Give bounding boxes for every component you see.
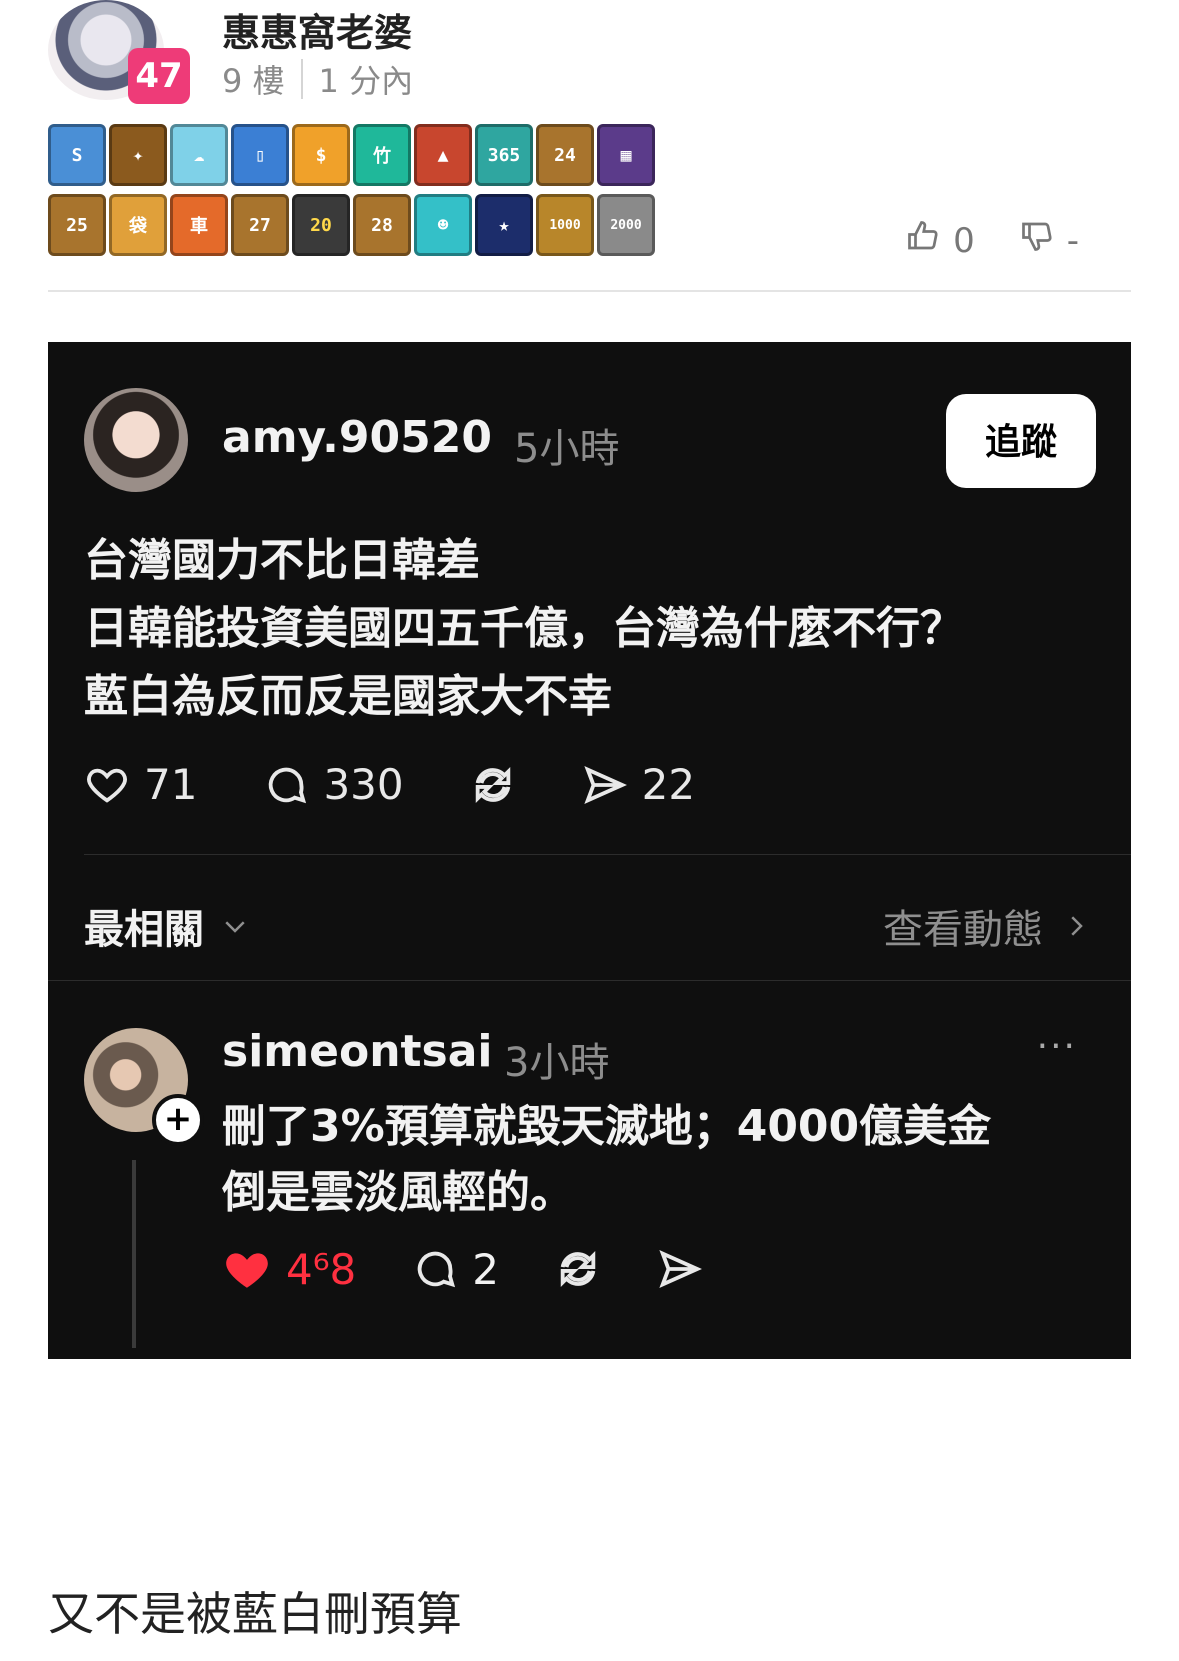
badge[interactable]: ★ (475, 194, 533, 256)
badge[interactable]: ▯ (231, 124, 289, 186)
like-count: 4⁶8 (286, 1244, 357, 1294)
comment-text: 又不是被藍白刪預算 (48, 1587, 462, 1641)
heart-icon (87, 768, 127, 803)
badge[interactable]: 27 (231, 194, 289, 256)
post-actions: 71 330 22 (84, 760, 761, 809)
post-meta: 9 樓 1 分內 (222, 56, 413, 102)
comment-button[interactable]: 330 (263, 760, 404, 809)
badge-row-2: 25 袋 車 27 20 28 ☻ ★ 1000 2000 (48, 194, 655, 256)
like-button[interactable]: 4⁶8 (222, 1244, 356, 1294)
more-icon[interactable]: ··· (1037, 1026, 1077, 1067)
badge[interactable]: ▲ (414, 124, 472, 186)
share-button[interactable]: 22 (582, 760, 695, 809)
badge[interactable]: S (48, 124, 106, 186)
share-count: 22 (641, 760, 696, 809)
follow-button[interactable]: 追蹤 (946, 394, 1096, 488)
post-time: 1 分內 (318, 62, 414, 100)
heart-filled-icon (226, 1253, 268, 1288)
comment-icon (269, 767, 307, 803)
like-count: 0 (953, 220, 975, 261)
post-text-line: 台灣國力不比日韓差 (84, 535, 480, 586)
floor-number: 9 樓 (222, 62, 285, 100)
badge[interactable]: $ (292, 124, 350, 186)
send-icon (659, 1250, 702, 1288)
level-badge: 47 (128, 48, 190, 104)
divider (48, 290, 1131, 292)
vote-bar: 0 - (905, 218, 1079, 263)
sort-label: 最相關 (84, 907, 204, 953)
view-activity-link[interactable]: 查看動態 (883, 897, 1091, 955)
post-time: 5小時 (514, 426, 620, 472)
badge[interactable]: 竹 (353, 124, 411, 186)
badge[interactable]: 2000 (597, 194, 655, 256)
chevron-down-icon (225, 921, 245, 933)
chevron-right-icon (1071, 916, 1083, 936)
repost-icon (475, 766, 510, 803)
post-text-line: 日韓能投資美國四五千億，台灣為什麼不行？ (84, 603, 964, 654)
repost-button[interactable] (555, 1246, 601, 1292)
embedded-screenshot: amy.90520 5小時 追蹤 台灣國力不比日韓差 日韓能投資美國四五千億，台… (48, 342, 1131, 1359)
thumbs-up-icon[interactable] (905, 218, 941, 263)
badge[interactable]: 車 (170, 194, 228, 256)
badge[interactable]: ▦ (597, 124, 655, 186)
post-author-avatar[interactable] (84, 388, 188, 492)
comment-count: 330 (323, 760, 404, 809)
username[interactable]: 惠惠窩老婆 (222, 2, 412, 57)
comment-icon (418, 1251, 456, 1288)
badge-row-1: S ✦ ☁ ▯ $ 竹 ▲ 365 24 ▦ (48, 124, 655, 186)
reply-author-name[interactable]: simeontsai (222, 1026, 493, 1077)
like-button[interactable]: 71 (84, 760, 197, 809)
thumbs-down-icon[interactable] (1019, 218, 1055, 263)
reply-text-line: 刪了3%預算就毀天滅地；4000億美金 (222, 1101, 992, 1152)
divider (48, 980, 1131, 981)
repost-icon (560, 1250, 596, 1288)
share-button[interactable] (657, 1246, 703, 1292)
badge[interactable]: 25 (48, 194, 106, 256)
badge[interactable]: 28 (353, 194, 411, 256)
badge[interactable]: 1000 (536, 194, 594, 256)
reply-text-line: 倒是雲淡風輕的。 (222, 1167, 574, 1218)
badge[interactable]: 365 (475, 124, 533, 186)
badge[interactable]: 24 (536, 124, 594, 186)
post-author-name[interactable]: amy.90520 (222, 412, 492, 463)
badge[interactable]: 袋 (109, 194, 167, 256)
plus-icon[interactable]: + (152, 1094, 204, 1146)
badge[interactable]: ✦ (109, 124, 167, 186)
badge[interactable]: 20 (292, 194, 350, 256)
repost-button[interactable] (470, 762, 516, 808)
sort-dropdown[interactable]: 最相關 (84, 897, 250, 955)
post-text-line: 藍白為反而反是國家大不幸 (84, 671, 612, 722)
reply-actions: 4⁶8 2 (222, 1244, 759, 1294)
activity-label: 查看動態 (883, 907, 1043, 953)
dislike-count: - (1066, 220, 1079, 261)
comment-button[interactable]: 2 (412, 1245, 499, 1294)
divider (84, 854, 1131, 855)
comment-count: 2 (472, 1244, 500, 1294)
meta-divider (300, 59, 303, 99)
badge[interactable]: ☻ (414, 194, 472, 256)
thread-line (132, 1160, 136, 1348)
send-icon (583, 765, 627, 804)
badge[interactable]: ☁ (170, 124, 228, 186)
like-count: 71 (144, 760, 198, 809)
reply-time: 3小時 (504, 1040, 610, 1086)
